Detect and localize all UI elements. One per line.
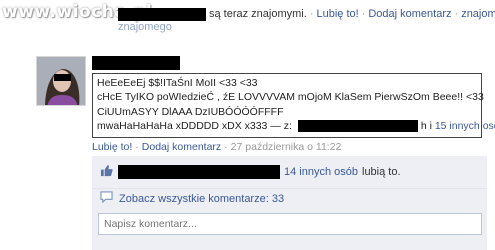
post-timestamp[interactable]: 27 października o 11:22 [231,141,342,153]
friendship-story: są teraz znajomymi. · Lubię to! · Dodaj … [118,7,495,21]
wall-post: HeEeEeEj $$!ITaŚnI MoII <33 <33 cHcE TyI… [92,56,495,153]
add-comment-link[interactable]: Dodaj komentarz [368,8,451,20]
post-line: CiUUmASYY DlAAA DzIUBÓÓÓÓFFFF [97,105,284,118]
view-all-comments-link[interactable]: Zobacz wszystkie komentarze: 33 [119,193,284,205]
profile-photo [37,57,85,105]
redacted-author-name [92,56,180,70]
post-line: HeEeEeEj $$!ITaŚnI MoII <33 <33 [97,77,258,89]
post-like-link[interactable]: Lubię to! [92,141,132,153]
thumbs-up-icon [100,164,113,180]
redacted-names [118,7,206,21]
post-line: cHcE TyIKO poWIedzieĆ , źE LOVVVVAM mOjo… [97,91,484,104]
comment-bubble-icon [100,191,113,206]
redacted-tags [297,120,418,133]
post-line-tagged: mwaHaHaHaHa xDDDDD xDX x333 — z: h i 15 … [97,119,495,133]
see-friendship-link[interactable]: znajomego [461,8,495,20]
like-link[interactable]: Lubię to! [316,8,358,20]
story-subline[interactable]: znajomego [118,21,172,33]
redacted-likers [118,165,280,179]
post-message: HeEeEeEj $$!ITaŚnI MoII <33 <33 cHcE TyI… [92,73,495,138]
post-actions: Lubię to! · Dodaj komentarz · 27 paździe… [92,140,342,153]
post-comment-link[interactable]: Dodaj komentarz [142,141,221,153]
view-all-comments-row[interactable]: Zobacz wszystkie komentarze: 33 [92,188,487,208]
avatar[interactable] [36,56,86,106]
friendship-text: są teraz znajomymi. [209,8,307,20]
comment-input[interactable] [98,213,482,235]
likers-link[interactable]: 14 innych osób [284,166,358,178]
comments-box: 14 innych osób lubią to. Zobacz wszystki… [92,156,487,250]
tagged-others-link[interactable]: 15 innych osób. [435,120,495,132]
likes-suffix: lubią to. [362,166,401,178]
likes-row: 14 innych osób lubią to. [92,162,487,182]
